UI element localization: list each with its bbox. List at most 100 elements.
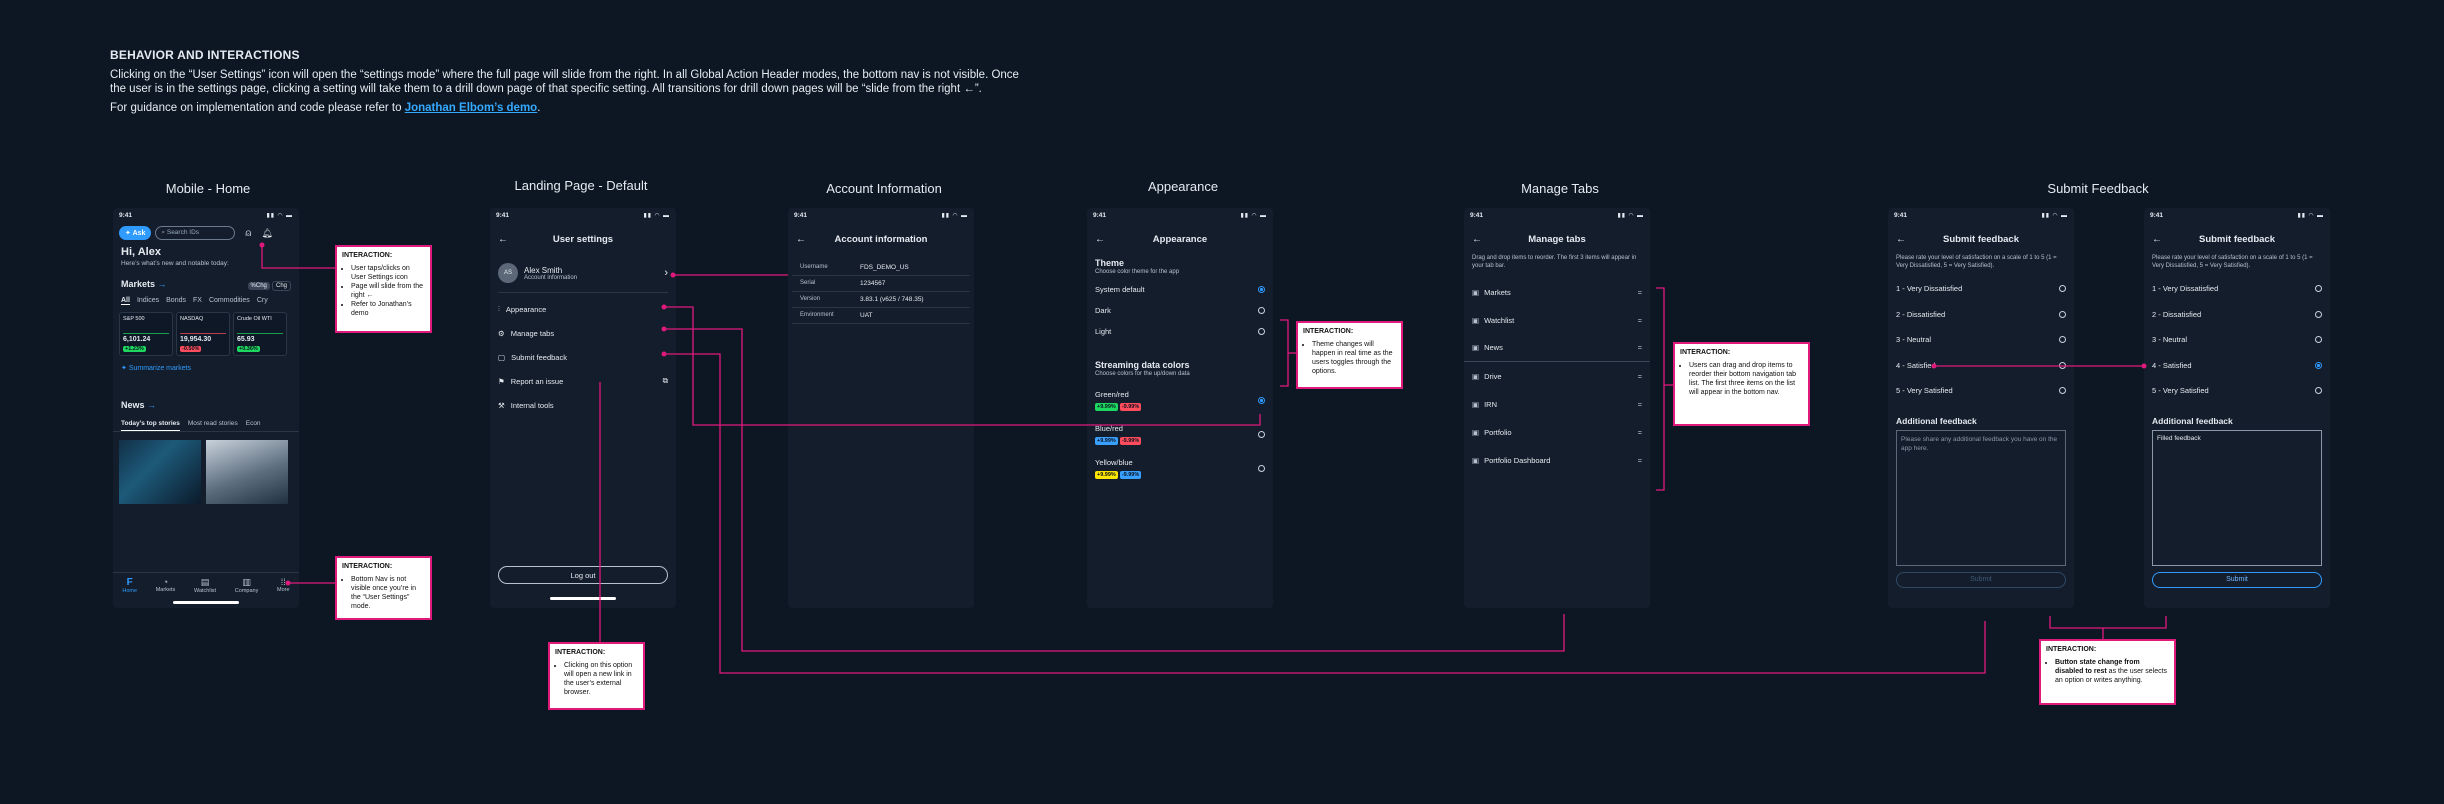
account-row[interactable]: AS Alex Smith Account information › bbox=[490, 258, 676, 288]
tab-item[interactable]: ▣ Markets = bbox=[1464, 278, 1650, 306]
tab-item[interactable]: ▣ News = bbox=[1464, 334, 1650, 362]
rating-option[interactable]: 2 - Dissatisfied bbox=[2144, 302, 2330, 328]
rating-option[interactable]: 5 - Very Satisfied bbox=[1888, 378, 2074, 404]
back-arrow-icon[interactable]: ← bbox=[498, 234, 508, 245]
radio-icon[interactable] bbox=[2315, 387, 2322, 395]
status-time: 9:41 bbox=[794, 211, 808, 219]
toggle-chg[interactable]: Chg bbox=[271, 280, 291, 291]
settings-item-internal-tools[interactable]: ⚒ Internal tools bbox=[490, 393, 676, 417]
rating-option[interactable]: 3 - Neutral bbox=[1888, 327, 2074, 353]
report-icon: ⚑ bbox=[498, 376, 505, 386]
rating-option[interactable]: 1 - Very Dissatisfied bbox=[1888, 276, 2074, 302]
rating-option[interactable]: 1 - Very Dissatisfied bbox=[2144, 276, 2330, 302]
search-input[interactable]: ⌕ Search IDs bbox=[155, 226, 236, 240]
tab-item[interactable]: ▣ IRN = bbox=[1464, 390, 1650, 418]
news-tab[interactable]: Today’s top stories bbox=[121, 420, 180, 431]
back-arrow-icon[interactable]: ← bbox=[2152, 234, 2162, 245]
nav-company[interactable]: ▥ Company bbox=[235, 577, 259, 594]
drag-handle-icon[interactable]: = bbox=[1638, 428, 1642, 437]
radio-icon[interactable] bbox=[1258, 430, 1265, 438]
rating-label: 4 - Satisfied bbox=[2152, 360, 2192, 370]
rating-option[interactable]: 4 - Satisfied bbox=[2144, 353, 2330, 379]
rating-option[interactable]: 4 - Satisfied bbox=[1888, 353, 2074, 379]
submit-button-disabled[interactable]: Submit bbox=[1896, 571, 2066, 588]
radio-icon[interactable] bbox=[2059, 285, 2066, 293]
filter-tab[interactable]: Bonds bbox=[166, 297, 186, 305]
theme-option[interactable]: System default bbox=[1087, 279, 1273, 300]
market-card[interactable]: S&P 500 6,101.24 +1.23% bbox=[119, 312, 173, 356]
tab-item[interactable]: ▣ Portfolio = bbox=[1464, 418, 1650, 446]
filter-tab[interactable]: FX bbox=[193, 297, 202, 305]
account-value: UAT bbox=[860, 312, 873, 319]
bell-icon[interactable]: 🔔︎ bbox=[261, 228, 272, 239]
stream-option[interactable]: Blue/red +9.99% -9.99% bbox=[1087, 417, 1273, 451]
stream-option[interactable]: Yellow/blue +9.99% -9.99% bbox=[1087, 451, 1273, 485]
rating-option[interactable]: 3 - Neutral bbox=[2144, 327, 2330, 353]
rating-option[interactable]: 2 - Dissatisfied bbox=[1888, 302, 2074, 328]
rating-option[interactable]: 5 - Very Satisfied bbox=[2144, 378, 2330, 404]
nav-markets[interactable]: ◔ Markets bbox=[156, 577, 176, 594]
radio-icon[interactable] bbox=[1258, 464, 1265, 472]
demo-link[interactable]: Jonathan Elbom’s demo bbox=[405, 102, 537, 114]
drag-handle-icon[interactable]: = bbox=[1638, 343, 1642, 352]
theme-option[interactable]: Light bbox=[1087, 321, 1273, 342]
markets-link[interactable]: Markets → bbox=[121, 279, 167, 289]
radio-icon[interactable] bbox=[1258, 396, 1265, 404]
filter-tab[interactable]: Cry bbox=[257, 297, 268, 305]
radio-icon[interactable] bbox=[1258, 286, 1265, 293]
back-arrow-icon[interactable]: ← bbox=[1095, 234, 1105, 245]
news-tab[interactable]: Econ bbox=[246, 420, 261, 431]
radio-icon[interactable] bbox=[2059, 387, 2066, 395]
filter-tab[interactable]: All bbox=[121, 297, 130, 305]
back-arrow-icon[interactable]: ← bbox=[796, 234, 806, 245]
radio-icon[interactable] bbox=[2059, 361, 2066, 369]
change-toggle[interactable]: %Chg Chg bbox=[247, 280, 291, 291]
radio-icon[interactable] bbox=[2315, 361, 2322, 369]
drag-handle-icon[interactable]: = bbox=[1638, 400, 1642, 409]
theme-option[interactable]: Dark bbox=[1087, 300, 1273, 321]
radio-icon[interactable] bbox=[2315, 336, 2322, 344]
settings-item-manage-tabs[interactable]: ⚙︎ Manage tabs bbox=[490, 321, 676, 345]
filter-tab[interactable]: Indices bbox=[137, 297, 159, 305]
stream-option[interactable]: Green/red +9.99% -9.99% bbox=[1087, 383, 1273, 417]
settings-item-appearance[interactable]: ⫶ Appearance bbox=[490, 297, 676, 321]
settings-item-report-issue[interactable]: ⚑ Report an issue ⧉ bbox=[490, 369, 676, 393]
filter-tab[interactable]: Commodities bbox=[209, 297, 250, 305]
drag-handle-icon[interactable]: = bbox=[1638, 372, 1642, 381]
drag-handle-icon[interactable]: = bbox=[1638, 316, 1642, 325]
feedback-textarea[interactable]: Please share any additional feedback you… bbox=[1896, 429, 2066, 566]
news-image[interactable] bbox=[119, 440, 201, 504]
tab-item[interactable]: ▣ Watchlist = bbox=[1464, 306, 1650, 334]
market-card[interactable]: NASDAQ 19,954.30 -0.50% bbox=[176, 312, 230, 356]
news-image[interactable] bbox=[206, 440, 288, 504]
card-change: +1.23% bbox=[123, 346, 146, 352]
nav-more[interactable]: ⁞⁞ More bbox=[277, 577, 290, 594]
ask-button[interactable]: ✦ Ask bbox=[119, 226, 152, 240]
submit-button-rest[interactable]: Submit bbox=[2152, 571, 2322, 588]
back-arrow-icon[interactable]: ← bbox=[1472, 234, 1482, 245]
chip-down: -9.99% bbox=[1119, 402, 1142, 411]
drag-handle-icon[interactable]: = bbox=[1638, 456, 1642, 465]
radio-icon[interactable] bbox=[2315, 310, 2322, 318]
sparkline bbox=[180, 324, 226, 334]
tab-item[interactable]: ▣ Drive = bbox=[1464, 362, 1650, 390]
settings-item-submit-feedback[interactable]: ▢ Submit feedback bbox=[490, 345, 676, 369]
radio-icon[interactable] bbox=[2059, 336, 2066, 344]
news-link[interactable]: News → bbox=[113, 372, 299, 410]
nav-watchlist[interactable]: ▤ Watchlist bbox=[194, 577, 216, 594]
feedback-textarea[interactable]: Filled feedback bbox=[2152, 429, 2322, 566]
radio-icon[interactable] bbox=[2059, 310, 2066, 318]
radio-icon[interactable] bbox=[1258, 307, 1265, 314]
radio-icon[interactable] bbox=[1258, 328, 1265, 335]
market-card[interactable]: Crude Oil WTI 65.93 +0.36% bbox=[233, 312, 287, 356]
nav-home[interactable]: F Home bbox=[122, 577, 137, 594]
back-arrow-icon[interactable]: ← bbox=[1896, 234, 1906, 245]
radio-icon[interactable] bbox=[2315, 285, 2322, 293]
tab-item[interactable]: ▣ Portfolio Dashboard = bbox=[1464, 446, 1650, 474]
summarize-markets-link[interactable]: ✦ Summarize markets bbox=[113, 356, 299, 372]
logout-button[interactable]: Log out bbox=[498, 566, 668, 584]
user-settings-icon[interactable]: ⍝ bbox=[245, 228, 251, 239]
news-tab[interactable]: Most read stories bbox=[188, 420, 238, 431]
toggle-pct[interactable]: %Chg bbox=[247, 281, 270, 290]
drag-handle-icon[interactable]: = bbox=[1638, 288, 1642, 297]
